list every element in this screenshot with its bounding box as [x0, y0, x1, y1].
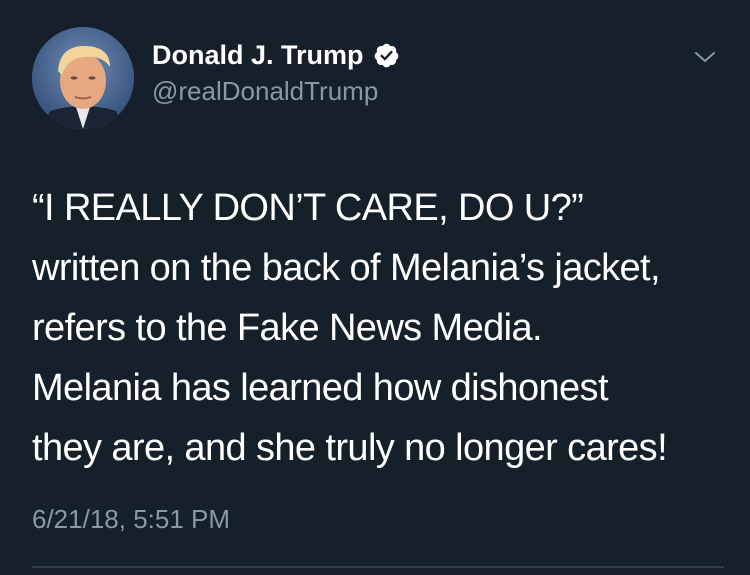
divider	[32, 566, 724, 568]
chevron-down-icon[interactable]	[690, 46, 720, 68]
tweet-card: Donald J. Trump @realDonaldTrump “I REAL…	[0, 0, 750, 575]
avatar[interactable]	[32, 27, 134, 129]
author-display-name[interactable]: Donald J. Trump	[152, 40, 364, 71]
verified-badge-icon	[373, 42, 400, 69]
author-name-row: Donald J. Trump	[152, 38, 400, 72]
tweet-timestamp[interactable]: 6/21/18, 5:51 PM	[32, 504, 230, 535]
avatar-image	[32, 27, 134, 129]
tweet-text: “I REALLY DON’T CARE, DO U?” written on …	[32, 187, 668, 469]
author-handle[interactable]: @realDonaldTrump	[152, 76, 378, 107]
